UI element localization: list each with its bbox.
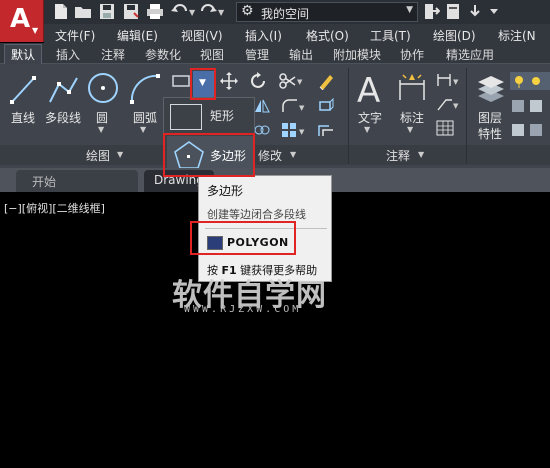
tab-parametric[interactable]: 参数化 — [145, 46, 181, 63]
chevron-down-icon: ▼ — [406, 5, 413, 15]
app-logo: A — [10, 4, 31, 34]
rectangle-icon[interactable] — [171, 73, 191, 89]
move-icon[interactable] — [220, 72, 238, 90]
chevron-down-icon: ▼ — [32, 26, 39, 35]
tool-layer-label[interactable]: 图层 — [478, 109, 502, 126]
menu-format[interactable]: 格式(O) — [306, 27, 349, 44]
circle-icon[interactable] — [86, 70, 120, 106]
tab-default[interactable]: 默认 — [4, 44, 43, 65]
trim-icon[interactable]: ▼ — [279, 72, 305, 90]
leader-icon[interactable]: ▼ — [436, 96, 462, 112]
tab-collaborate[interactable]: 协作 — [400, 46, 424, 63]
chevron-down-icon[interactable]: ▼ — [418, 150, 424, 159]
annotation-panel-title[interactable]: 注释 — [386, 147, 410, 164]
print-icon[interactable] — [146, 3, 164, 20]
watermark-url: WWW.RJZXW.COM — [184, 304, 302, 315]
svg-text:▼: ▼ — [189, 8, 196, 17]
tab-manage[interactable]: 管理 — [245, 46, 269, 63]
layer-panel-titlebar[interactable] — [467, 145, 550, 165]
offset-icon[interactable] — [317, 122, 335, 138]
quick-access-dropdown-icon[interactable] — [488, 3, 500, 20]
chevron-down-icon[interactable]: ▼ — [98, 125, 104, 134]
menu-view[interactable]: 视图(V) — [181, 27, 223, 44]
tool-arc-label[interactable]: 圆弧 — [133, 109, 157, 126]
layer-tools-icon[interactable] — [510, 98, 550, 114]
tab-insert[interactable]: 插入 — [56, 46, 80, 63]
arc-icon[interactable] — [128, 70, 162, 106]
tool-circle-label[interactable]: 圆 — [96, 109, 108, 126]
new-file-icon[interactable] — [52, 3, 70, 20]
svg-text:▼: ▼ — [299, 128, 305, 136]
tool-dimension-label[interactable]: 标注 — [400, 109, 424, 126]
menu-edit[interactable]: 编辑(E) — [117, 27, 158, 44]
chevron-down-icon[interactable]: ▼ — [290, 150, 296, 159]
chevron-down-icon[interactable]: ▼ — [117, 150, 123, 159]
mirror-icon[interactable] — [253, 98, 271, 114]
menu-draw[interactable]: 绘图(D) — [433, 27, 476, 44]
tab-output[interactable]: 输出 — [289, 46, 313, 63]
table-icon[interactable] — [436, 120, 454, 136]
chevron-down-icon[interactable]: ▼ — [364, 125, 370, 134]
dimension-icon[interactable] — [396, 72, 428, 104]
svg-text:A: A — [357, 71, 380, 106]
menu-dimension[interactable]: 标注(N — [498, 27, 536, 44]
gear-icon: ⚙ — [241, 3, 254, 19]
tool-properties-label[interactable]: 特性 — [478, 125, 502, 142]
svg-text:▼: ▼ — [299, 104, 305, 112]
explode-icon[interactable] — [317, 98, 335, 114]
tooltip-title: 多边形 — [207, 184, 244, 198]
tab-start[interactable]: 开始 — [16, 170, 138, 192]
text-icon[interactable]: A — [355, 70, 387, 106]
menu-insert[interactable]: 插入(I) — [245, 27, 282, 44]
viewport-controls[interactable]: [−][俯视][二维线框] — [4, 200, 105, 216]
linear-dimension-icon[interactable]: ▼ — [436, 72, 462, 88]
menu-tools[interactable]: 工具(T) — [370, 27, 411, 44]
highlight-dropdown-box — [190, 68, 216, 100]
rectangle-icon[interactable] — [170, 104, 202, 130]
redo-icon[interactable]: ▼ — [198, 3, 226, 20]
highlight-polygon-box — [163, 133, 255, 177]
tooltip-description: 创建等边闭合多段线 — [207, 208, 306, 221]
save-icon[interactable] — [98, 3, 116, 20]
tab-featured-apps[interactable]: 精选应用 — [446, 46, 494, 63]
tab-start-label: 开始 — [32, 175, 57, 189]
tool-polyline-label[interactable]: 多段线 — [45, 109, 81, 126]
save-as-icon[interactable] — [122, 3, 140, 20]
menu-file[interactable]: 文件(F) — [55, 27, 95, 44]
workspace-selector[interactable]: ⚙ 我的空间 ▼ — [236, 2, 418, 22]
application-menu-button[interactable]: A ▼ — [0, 0, 44, 42]
undo-icon[interactable]: ▼ — [170, 3, 196, 20]
layer-on-icon[interactable] — [510, 72, 550, 90]
flyout-rectangle-label[interactable]: 矩形 — [210, 107, 234, 124]
tab-view[interactable]: 视图 — [200, 46, 224, 63]
export-icon[interactable] — [466, 3, 484, 20]
tool-text-label[interactable]: 文字 — [358, 109, 382, 126]
publish-icon[interactable] — [444, 3, 462, 20]
draw-panel-titlebar[interactable] — [0, 145, 163, 165]
chevron-down-icon[interactable]: ▼ — [140, 125, 146, 134]
tool-line-label[interactable]: 直线 — [11, 109, 35, 126]
modify-panel-title[interactable]: 修改 — [258, 147, 282, 164]
line-icon[interactable] — [8, 72, 38, 106]
rotate-icon[interactable] — [249, 72, 267, 90]
layer-properties-icon[interactable] — [476, 72, 506, 106]
copy-icon[interactable] — [253, 122, 271, 138]
array-icon[interactable]: ▼ — [281, 122, 307, 138]
draw-panel-title[interactable]: 绘图 — [86, 147, 110, 164]
layer-match-icon[interactable] — [510, 122, 550, 138]
svg-text:▼: ▼ — [218, 8, 225, 17]
fillet-icon[interactable]: ▼ — [281, 98, 307, 114]
polyline-icon[interactable] — [47, 72, 81, 106]
chevron-down-icon[interactable]: ▼ — [407, 125, 413, 134]
svg-text:▼: ▼ — [453, 102, 459, 110]
erase-icon[interactable] — [317, 72, 335, 90]
highlight-command-box — [190, 221, 296, 255]
workspace-label: 我的空间 — [261, 7, 310, 21]
svg-text:▼: ▼ — [453, 78, 459, 86]
tab-annotate[interactable]: 注释 — [101, 46, 125, 63]
tab-addins[interactable]: 附加模块 — [333, 46, 381, 63]
open-folder-icon[interactable] — [74, 3, 92, 20]
svg-text:▼: ▼ — [297, 78, 303, 86]
share-icon[interactable] — [422, 3, 441, 20]
